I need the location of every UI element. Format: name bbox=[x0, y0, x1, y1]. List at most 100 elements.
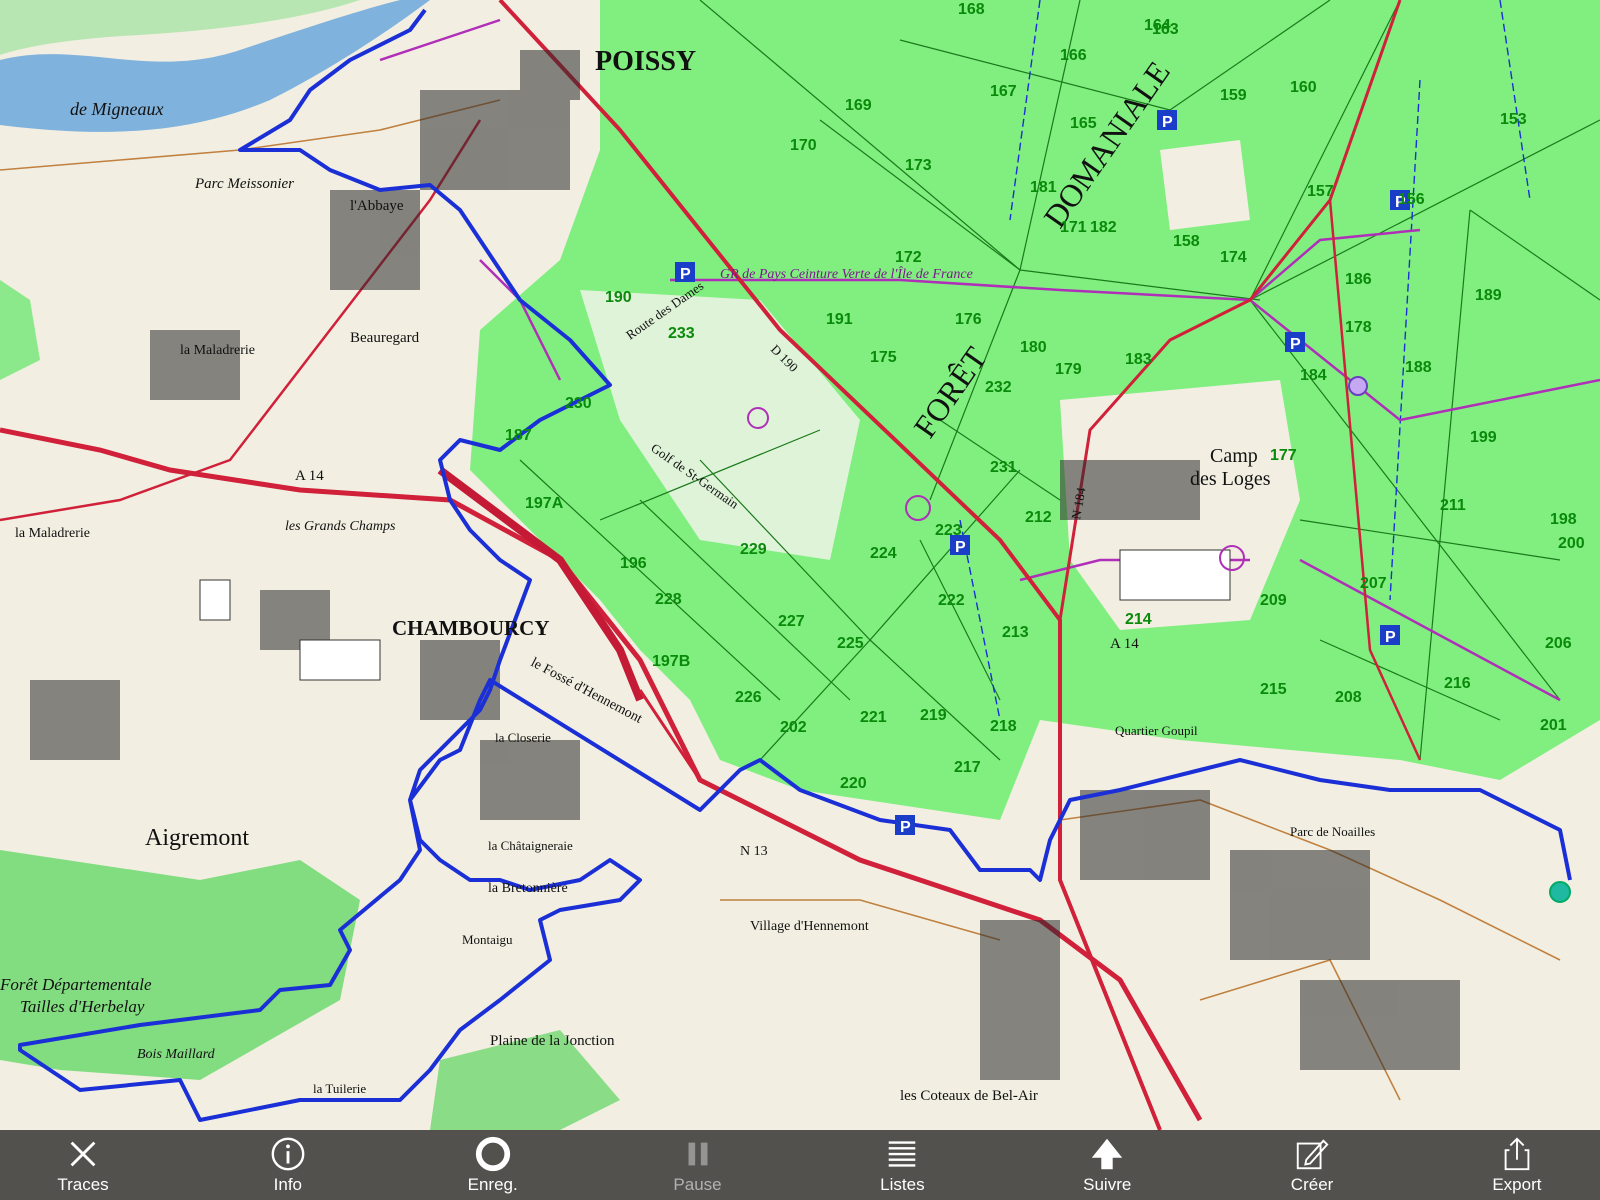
forest-parcel-190: 190 bbox=[605, 289, 632, 306]
export-button[interactable]: Export bbox=[1442, 1130, 1592, 1200]
forest-parcel-160: 160 bbox=[1290, 79, 1317, 96]
label-parc-meissonier: Parc Meissonier bbox=[194, 176, 294, 192]
forest-parcel-172: 172 bbox=[895, 249, 922, 266]
follow-arrow-icon bbox=[1092, 1138, 1123, 1170]
forest-parcel-181: 181 bbox=[1030, 179, 1057, 196]
svg-text:P: P bbox=[900, 819, 911, 836]
forest-parcel-182: 182 bbox=[1090, 219, 1117, 236]
forest-parcel-209: 209 bbox=[1260, 592, 1287, 609]
forest-parcel-218: 218 bbox=[990, 718, 1017, 735]
forest-parcel-197B: 197B bbox=[652, 653, 690, 670]
viewpoint-icon bbox=[1348, 376, 1368, 396]
label-plaine-jonction: Plaine de la Jonction bbox=[490, 1033, 615, 1049]
svg-text:P: P bbox=[680, 266, 691, 283]
forest-parcel-183: 183 bbox=[1125, 351, 1152, 368]
create-button[interactable]: Créer bbox=[1237, 1130, 1387, 1200]
label-bois-maillard: Bois Maillard bbox=[137, 1047, 216, 1062]
forest-parcel-226: 226 bbox=[735, 689, 762, 706]
forest-parcel-230: 230 bbox=[565, 395, 592, 412]
forest-parcel-153: 153 bbox=[1500, 111, 1527, 128]
forest-parcel-216: 216 bbox=[1444, 675, 1471, 692]
forest-parcel-198: 198 bbox=[1550, 511, 1577, 528]
forest-parcel-220: 220 bbox=[840, 775, 867, 792]
lists-label: Listes bbox=[880, 1175, 925, 1194]
forest-parcel-206: 206 bbox=[1545, 635, 1572, 652]
forest-parcel-196: 196 bbox=[620, 555, 647, 572]
forest-parcel-225: 225 bbox=[837, 635, 864, 652]
forest-parcel-169: 169 bbox=[845, 97, 872, 114]
forest-parcel-200: 200 bbox=[1558, 535, 1585, 552]
label-ceinture-verte: GR de Pays Ceinture Verte de l'Île de Fr… bbox=[720, 265, 973, 282]
label-a14: A 14 bbox=[295, 468, 324, 484]
forest-parcel-179: 179 bbox=[1055, 361, 1082, 378]
edit-icon bbox=[1296, 1139, 1329, 1170]
forest-parcel-211: 211 bbox=[1440, 497, 1466, 514]
forest-parcel-231: 231 bbox=[990, 459, 1017, 476]
label-village-hennemont: Village d'Hennemont bbox=[750, 919, 869, 934]
svg-text:P: P bbox=[1162, 114, 1173, 131]
maison-education-area bbox=[1160, 140, 1250, 230]
record-button[interactable]: Enreg. bbox=[418, 1130, 568, 1200]
traces-label: Traces bbox=[57, 1175, 109, 1194]
label-parc-noailles: Parc de Noailles bbox=[1290, 824, 1375, 839]
share-icon bbox=[1504, 1137, 1530, 1171]
forest-parcel-208: 208 bbox=[1335, 689, 1362, 706]
export-label: Export bbox=[1492, 1175, 1542, 1194]
forest-parcel-170: 170 bbox=[790, 137, 817, 154]
pause-icon bbox=[688, 1142, 708, 1166]
current-position-marker[interactable] bbox=[1549, 881, 1571, 903]
forest-parcel-157: 157 bbox=[1307, 183, 1334, 200]
svg-text:P: P bbox=[1290, 336, 1301, 353]
forest-parcel-167: 167 bbox=[990, 83, 1017, 100]
forest-parcel-175: 175 bbox=[870, 349, 897, 366]
forest-parcel-213: 213 bbox=[1002, 624, 1029, 641]
follow-button[interactable]: Suivre bbox=[1032, 1130, 1182, 1200]
svg-text:P: P bbox=[955, 539, 966, 556]
forest-parcel-219: 219 bbox=[920, 707, 947, 724]
forest-parcel-174: 174 bbox=[1220, 249, 1247, 266]
create-label: Créer bbox=[1290, 1175, 1334, 1194]
label-abbaye: l'Abbaye bbox=[350, 198, 404, 214]
forest-parcel-223: 223 bbox=[935, 522, 962, 539]
forest-parcel-168: 168 bbox=[958, 1, 985, 18]
info-icon bbox=[271, 1137, 305, 1171]
pause-label: Pause bbox=[673, 1175, 722, 1194]
forest-parcel-187: 187 bbox=[505, 427, 532, 444]
forest-parcel-232: 232 bbox=[985, 379, 1012, 396]
forest-parcel-171: 171 bbox=[1060, 219, 1087, 236]
label-tailles-herbelay: Tailles d'Herbelay bbox=[20, 997, 145, 1016]
close-icon bbox=[70, 1141, 96, 1167]
topographic-map[interactable]: P P P P P P P POISSY CHAMBOURCY Aigremon… bbox=[0, 0, 1600, 1200]
label-foret-departementale: Forêt Départementale bbox=[0, 975, 152, 994]
forest-parcel-163: 163 bbox=[1152, 21, 1179, 38]
info-button[interactable]: Info bbox=[213, 1130, 363, 1200]
pause-button[interactable]: Pause bbox=[623, 1130, 773, 1200]
label-des-loges: des Loges bbox=[1190, 468, 1271, 490]
label-poissy: POISSY bbox=[595, 46, 696, 77]
forest-parcel-201: 201 bbox=[1540, 717, 1567, 734]
bottom-toolbar: Traces Info Enreg. Pause Listes Suivre C… bbox=[0, 1130, 1600, 1200]
forest-parcel-188: 188 bbox=[1405, 359, 1432, 376]
label-n13: N 13 bbox=[740, 844, 768, 859]
label-quartier-goupil: Quartier Goupil bbox=[1115, 723, 1198, 738]
forest-parcel-227: 227 bbox=[778, 613, 805, 630]
label-coteaux-bel-air: les Coteaux de Bel-Air bbox=[900, 1088, 1038, 1104]
lists-button[interactable]: Listes bbox=[827, 1130, 977, 1200]
label-migneaux: de Migneaux bbox=[70, 99, 163, 119]
forest-parcel-215: 215 bbox=[1260, 681, 1287, 698]
list-icon bbox=[889, 1141, 916, 1167]
forest-parcel-159: 159 bbox=[1220, 87, 1247, 104]
info-label: Info bbox=[273, 1175, 303, 1194]
label-maladrerie-1: la Maladrerie bbox=[180, 343, 255, 358]
forest-parcel-166: 166 bbox=[1060, 47, 1087, 64]
forest-parcel-177: 177 bbox=[1270, 447, 1297, 464]
forest-parcel-222: 222 bbox=[938, 592, 965, 609]
forest-parcel-207: 207 bbox=[1360, 575, 1387, 592]
label-a14b: A 14 bbox=[1110, 636, 1139, 652]
forest-parcel-156: 156 bbox=[1398, 191, 1425, 208]
record-label: Enreg. bbox=[467, 1175, 518, 1194]
forest-parcel-176: 176 bbox=[955, 311, 982, 328]
forest-parcel-173: 173 bbox=[905, 157, 932, 174]
forest-parcel-228: 228 bbox=[655, 591, 682, 608]
traces-button[interactable]: Traces bbox=[8, 1130, 158, 1200]
